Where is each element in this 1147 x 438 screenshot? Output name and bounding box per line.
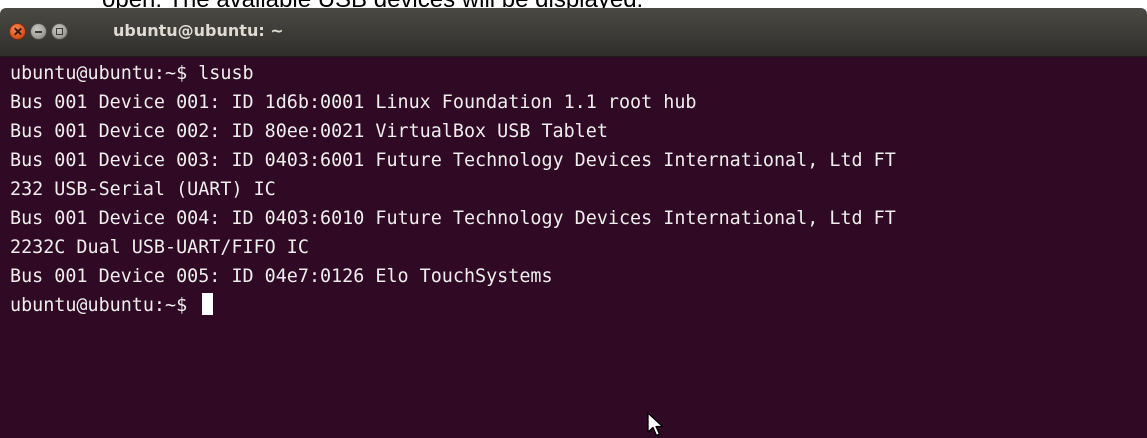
terminal-line: Bus 001 Device 004: ID 0403:6010 Future … xyxy=(10,208,896,229)
window-title: ubuntu@ubuntu: ~ xyxy=(113,21,284,40)
terminal-line: 232 USB-Serial (UART) IC xyxy=(10,179,276,200)
terminal-line: ubuntu@ubuntu:~$ lsusb xyxy=(10,63,254,84)
terminal-prompt-line[interactable]: ubuntu@ubuntu:~$ xyxy=(10,291,214,320)
terminal-line: Bus 001 Device 005: ID 04e7:0126 Elo Tou… xyxy=(10,266,553,287)
terminal-line: 2232C Dual USB-UART/FIFO IC xyxy=(10,237,309,258)
terminal-line: Bus 001 Device 002: ID 80ee:0021 Virtual… xyxy=(10,121,608,142)
text-cursor xyxy=(202,293,214,315)
close-window-button[interactable] xyxy=(9,23,26,40)
terminal-line: Bus 001 Device 003: ID 0403:6001 Future … xyxy=(10,150,896,171)
maximize-window-button[interactable] xyxy=(51,23,68,40)
terminal-prompt: ubuntu@ubuntu:~$ xyxy=(10,295,199,316)
window-titlebar[interactable]: ubuntu@ubuntu: ~ xyxy=(0,8,1147,57)
terminal-window: ubuntu@ubuntu: ~ ubuntu@ubuntu:~$ lsusb … xyxy=(0,8,1147,438)
terminal-area[interactable]: ubuntu@ubuntu:~$ lsusb Bus 001 Device 00… xyxy=(0,57,1147,438)
minimize-window-button[interactable] xyxy=(30,23,47,40)
mouse-pointer-icon xyxy=(647,412,664,437)
terminal-line: Bus 001 Device 001: ID 1d6b:0001 Linux F… xyxy=(10,92,697,113)
